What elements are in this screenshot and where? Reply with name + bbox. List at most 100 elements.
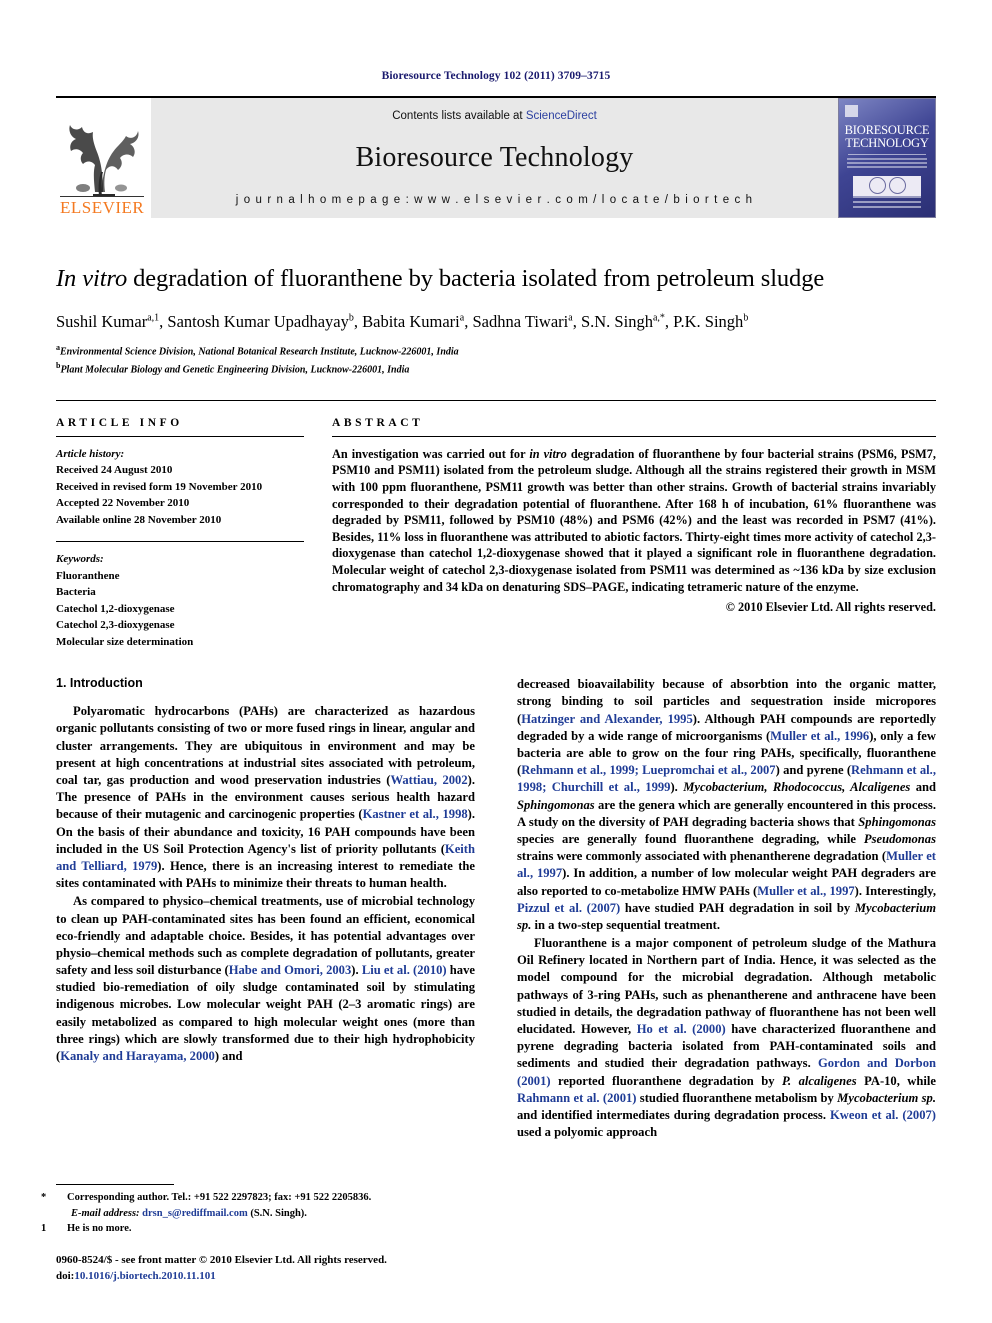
abstract-rule bbox=[332, 435, 936, 437]
page-title: In vitro degradation of fluoranthene by … bbox=[56, 264, 936, 294]
body-columns: 1. Introduction Polyaromatic hydrocarbon… bbox=[56, 676, 936, 1141]
citation-link[interactable]: Kanaly and Harayama, 2000 bbox=[60, 1049, 215, 1063]
para-part: in a two-step sequential treatment. bbox=[531, 917, 721, 932]
footnote-rule bbox=[56, 1184, 174, 1186]
citation-link[interactable]: Rahmann et al. (2001) bbox=[517, 1091, 636, 1105]
author-list: Sushil Kumara,1, Santosh Kumar Upadhayay… bbox=[56, 311, 936, 333]
para-part: PA-10, while bbox=[856, 1073, 936, 1088]
author-item: S.N. Singha,*, bbox=[581, 312, 673, 331]
para-italic: Sphingomonas bbox=[858, 814, 936, 829]
para-italic: Pseudomonas bbox=[863, 831, 936, 846]
paragraph: Fluoranthene is a major component of pet… bbox=[517, 935, 936, 1141]
citation-link[interactable]: Liu et al. (2010) bbox=[362, 963, 447, 977]
author-item: Sushil Kumara,1, bbox=[56, 312, 167, 331]
para-part: have studied PAH degradation in soil by bbox=[620, 900, 855, 915]
para-part: ) and bbox=[214, 1049, 243, 1064]
elsevier-wordmark: ELSEVIER bbox=[60, 196, 145, 217]
para-part: strains were commonly associated with ph… bbox=[517, 849, 887, 864]
body-column-left: 1. Introduction Polyaromatic hydrocarbon… bbox=[56, 676, 475, 1141]
copyright-line: © 2010 Elsevier Ltd. All rights reserved… bbox=[725, 600, 936, 615]
citation-link[interactable]: Kweon et al. (2007) bbox=[830, 1108, 936, 1122]
author-name: P.K. Singh bbox=[673, 311, 744, 331]
journal-band: Contents lists available at ScienceDirec… bbox=[148, 98, 838, 218]
citation-link[interactable]: Rehmann et al., 1999; Luepromchai et al.… bbox=[521, 763, 775, 777]
footnotes-block: * Corresponding author. Tel.: +91 522 229… bbox=[41, 1184, 475, 1285]
contents-prefix: Contents lists available at bbox=[392, 110, 526, 122]
para-italic: P. alcaligenes bbox=[781, 1073, 857, 1088]
issn-line: 0960-8524/$ - see front matter © 2010 El… bbox=[56, 1254, 387, 1267]
citation-link[interactable]: Ho et al. (2000) bbox=[637, 1022, 726, 1036]
author-name: Sadhna Tiwari bbox=[472, 311, 569, 331]
email-link[interactable]: drsn_s@rediffmail.com bbox=[142, 1208, 248, 1219]
author-item: Babita Kumaria, bbox=[362, 312, 472, 331]
footnote-text: Corresponding author. Tel.: +91 522 2297… bbox=[67, 1192, 372, 1204]
journal-title: Bioresource Technology bbox=[355, 142, 634, 173]
para-part: ). bbox=[351, 963, 362, 978]
author-name: Babita Kumari bbox=[362, 311, 460, 331]
email-suffix: (S.N. Singh). bbox=[247, 1207, 307, 1219]
abstract-part: An investigation was carried out for bbox=[332, 446, 530, 461]
abstract-heading: ABSTRACT bbox=[332, 416, 424, 429]
author-sup: b bbox=[743, 312, 749, 324]
elsevier-logo: ELSEVIER bbox=[56, 98, 148, 218]
affiliation-text: Plant Molecular Biology and Genetic Engi… bbox=[60, 364, 410, 376]
citation-link[interactable]: Wattiau, 2002 bbox=[390, 773, 467, 787]
title-italic-part: In vitro bbox=[56, 265, 128, 292]
author-sup: a,* bbox=[652, 312, 665, 324]
cover-title-line2: TECHNOLOGY bbox=[845, 136, 929, 151]
footnote-note-1: 1 He is no more. bbox=[41, 1221, 475, 1236]
affiliation-item: aEnvironmental Science Division, Nationa… bbox=[56, 342, 936, 360]
para-part: studied fluoranthene metabolism by bbox=[636, 1090, 838, 1105]
doi-line: doi:10.1016/j.biortech.2010.11.101 bbox=[56, 1269, 475, 1285]
info-abstract-section: ARTICLE INFO Article history: Received 2… bbox=[56, 399, 937, 651]
keywords-label: Keywords: bbox=[56, 553, 104, 566]
cover-subtitle-lines bbox=[846, 157, 928, 170]
doi-link[interactable]: 10.1016/j.biortech.2010.11.101 bbox=[74, 1270, 215, 1282]
paragraph: Polyaromatic hydrocarbons (PAHs) are cha… bbox=[56, 703, 475, 892]
citation-link[interactable]: Hatzinger and Alexander, 1995 bbox=[521, 712, 693, 726]
elsevier-tree-icon bbox=[56, 98, 148, 196]
author-sep: , bbox=[664, 311, 674, 331]
affiliation-text: Environmental Science Division, National… bbox=[60, 346, 459, 358]
author-sep: , bbox=[353, 311, 363, 331]
citation-link[interactable]: Muller et al., 1997 bbox=[757, 884, 854, 898]
cover-blob-icon bbox=[888, 177, 906, 195]
author-sep: , bbox=[572, 311, 581, 331]
footnote-number-mark: 1 bbox=[41, 1222, 47, 1234]
para-italic: Mycobacterium sp. bbox=[837, 1090, 936, 1105]
author-name: Santosh Kumar Upadhayay bbox=[167, 311, 349, 331]
footnote-email: E-mail address: drsn_s@rediffmail.com (S… bbox=[56, 1206, 475, 1221]
cover-illustration bbox=[853, 175, 921, 196]
author-item: P.K. Singhb bbox=[673, 312, 748, 331]
footnote-text: He is no more. bbox=[67, 1222, 132, 1234]
citation-link[interactable]: Pizzul et al. (2007) bbox=[517, 901, 620, 915]
title-rest-part: degradation of fluoranthene by bacteria … bbox=[127, 265, 825, 292]
article-info-heading: ARTICLE INFO bbox=[56, 416, 183, 429]
contents-lists-line: Contents lists available at ScienceDirec… bbox=[392, 110, 597, 122]
running-head: Bioresource Technology 102 (2011) 3709–3… bbox=[381, 70, 611, 82]
keyword-item: Molecular size determination bbox=[56, 635, 194, 648]
article-history-label: Article history: bbox=[56, 447, 125, 460]
author-name: S.N. Singh bbox=[580, 311, 653, 331]
keyword-item: Bacteria bbox=[56, 586, 96, 599]
cover-title: BIORESOURCE TECHNOLOGY bbox=[842, 124, 932, 150]
body-column-right: decreased bioavailability because of abs… bbox=[517, 676, 936, 1141]
article-info-rule bbox=[56, 435, 304, 437]
affiliation-item: bPlant Molecular Biology and Genetic Eng… bbox=[56, 360, 936, 378]
para-italic: Mycobacterium, Rhodococcus, Alcaligenes bbox=[683, 780, 911, 795]
para-italic: Sphingomonas bbox=[517, 797, 595, 812]
citation-link[interactable]: Kastner et al., 1998 bbox=[363, 807, 468, 821]
history-item: Received in revised form 19 November 201… bbox=[56, 480, 263, 493]
cover-divider bbox=[847, 153, 927, 155]
abstract-part: degradation of fluoranthene by four bact… bbox=[332, 446, 937, 594]
para-part: ). Interestingly, bbox=[854, 883, 936, 898]
history-item: Received 24 August 2010 bbox=[56, 464, 173, 477]
sciencedirect-link[interactable]: ScienceDirect bbox=[526, 110, 597, 122]
journal-homepage-line[interactable]: j o u r n a l h o m e p a g e : w w w . … bbox=[236, 194, 753, 206]
citation-link[interactable]: Habe and Omori, 2003 bbox=[229, 963, 352, 977]
email-label: E-mail address: bbox=[71, 1207, 140, 1219]
citation-link[interactable]: Muller et al., 1996 bbox=[770, 729, 869, 743]
keyword-item: Catechol 1,2-dioxygenase bbox=[56, 602, 175, 615]
keywords-rule bbox=[56, 541, 304, 543]
abstract-italic: in vitro bbox=[529, 446, 567, 461]
